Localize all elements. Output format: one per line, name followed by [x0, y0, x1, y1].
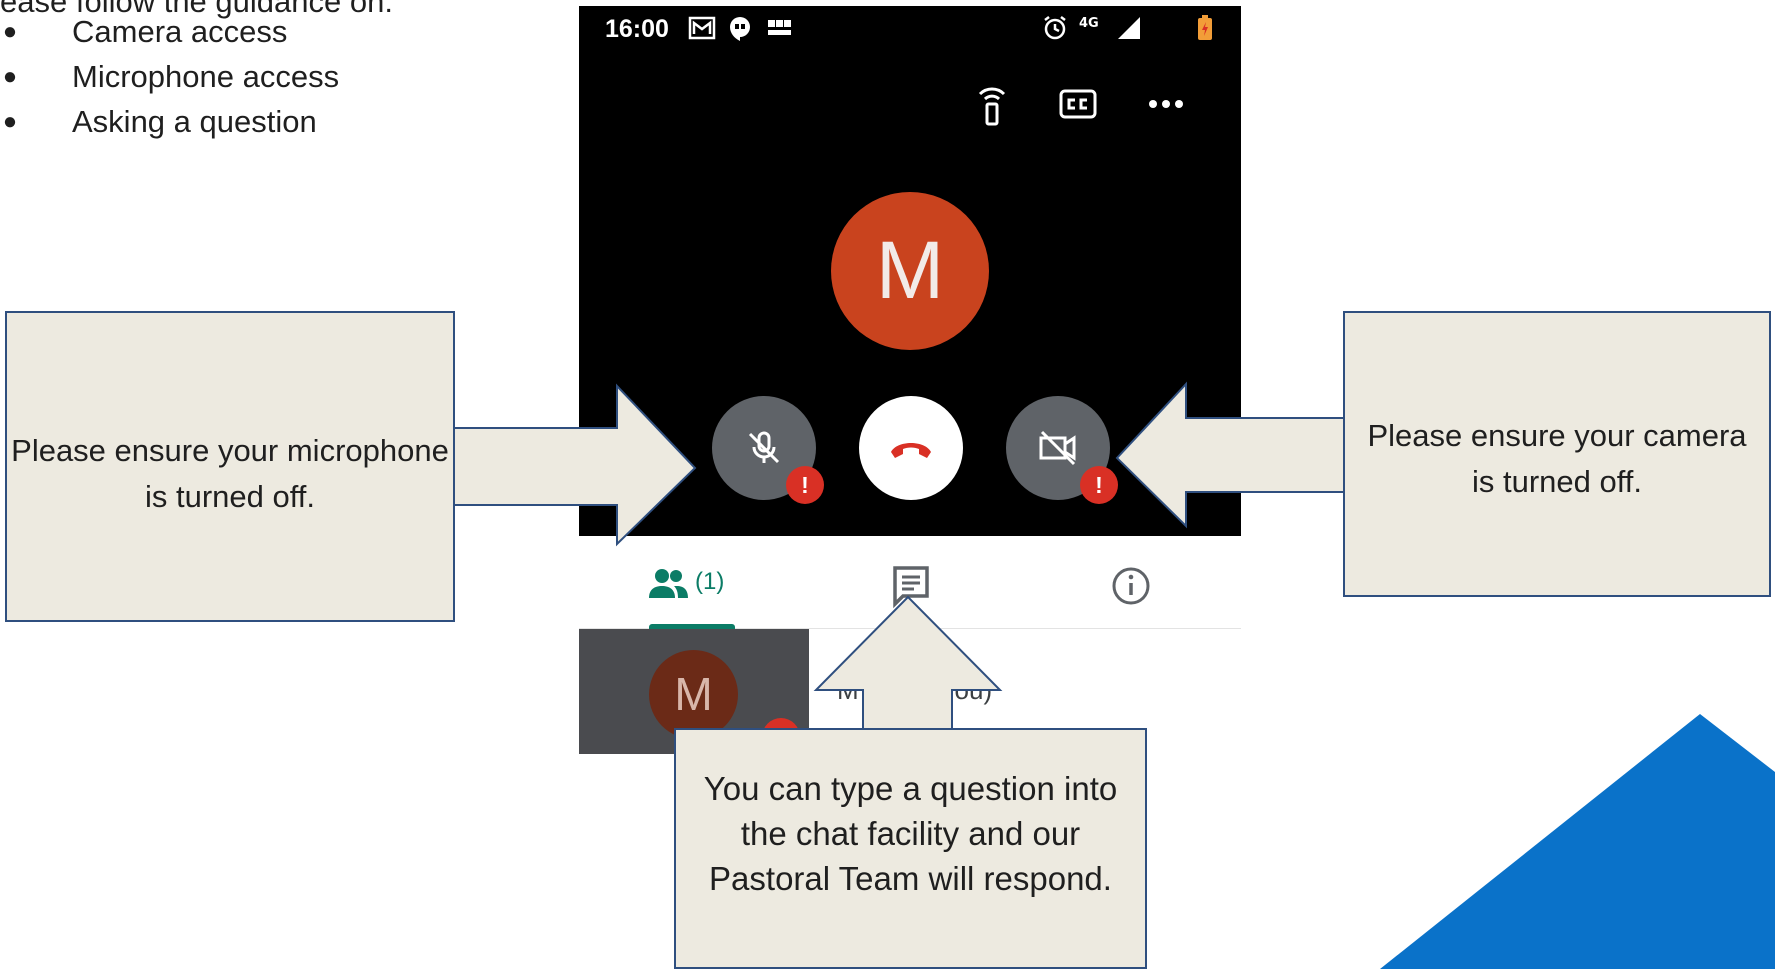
info-icon[interactable]: [1107, 562, 1155, 610]
microphone-off-icon: [748, 431, 780, 464]
people-count: (1): [695, 568, 725, 595]
hang-up-button[interactable]: [859, 396, 963, 500]
list-item-label: Microphone access: [72, 59, 340, 94]
call-stage: 16:00 4G M ! !: [579, 6, 1241, 536]
alarm-icon: [1044, 16, 1066, 40]
signal-icon: [1118, 17, 1140, 39]
gmail-icon: [688, 16, 716, 40]
list-item-label: Camera access: [72, 14, 288, 49]
closed-captions-icon[interactable]: [1054, 80, 1102, 128]
hang-up-icon: [891, 443, 931, 458]
camera-off-icon: [1039, 430, 1076, 466]
chat-callout: You can type a question into the chat fa…: [674, 728, 1147, 969]
hangouts-icon: [730, 17, 750, 41]
list-item-label: Asking a question: [72, 104, 317, 139]
chat-callout-text: You can type a question into the chat fa…: [703, 770, 1118, 897]
bullet: ●: [2, 108, 18, 135]
cast-icon[interactable]: [968, 80, 1016, 128]
camera-callout-text: Please ensure your camera is turned off.: [1367, 418, 1747, 499]
bullet: ●: [2, 63, 18, 90]
people-icon: [649, 569, 688, 598]
more-options-icon[interactable]: [1142, 80, 1190, 128]
microphone-callout: Please ensure your microphone is turned …: [5, 311, 455, 622]
microphone-callout-text: Please ensure your microphone is turned …: [11, 433, 449, 514]
phone-screenshot: 16:00 4G M ! ! (1) M M ndon (You): [579, 6, 1241, 754]
microphone-alert-badge: !: [786, 466, 824, 504]
camera-off-button[interactable]: !: [1006, 396, 1118, 504]
camera-alert-badge: !: [1080, 466, 1118, 504]
battery-icon: [1198, 15, 1212, 40]
bbc-news-icon: [768, 20, 791, 35]
decorative-blue-shape: [1380, 714, 1775, 969]
status-bar: 16:00 4G: [579, 6, 1241, 54]
network-type: 4G: [1079, 16, 1099, 31]
call-tabs: (1): [579, 536, 1241, 629]
microphone-off-button[interactable]: !: [712, 396, 824, 504]
guidance-list: ease follow the guidance on: ● Camera ac…: [0, 0, 520, 150]
caller-avatar: M: [831, 192, 989, 350]
chat-icon[interactable]: [887, 562, 935, 610]
participant-avatar: M: [649, 650, 738, 739]
status-time: 16:00: [605, 15, 669, 43]
participant-name: M ndon (You): [837, 675, 993, 705]
camera-callout: Please ensure your camera is turned off.: [1343, 311, 1771, 597]
bullet: ●: [2, 18, 18, 45]
